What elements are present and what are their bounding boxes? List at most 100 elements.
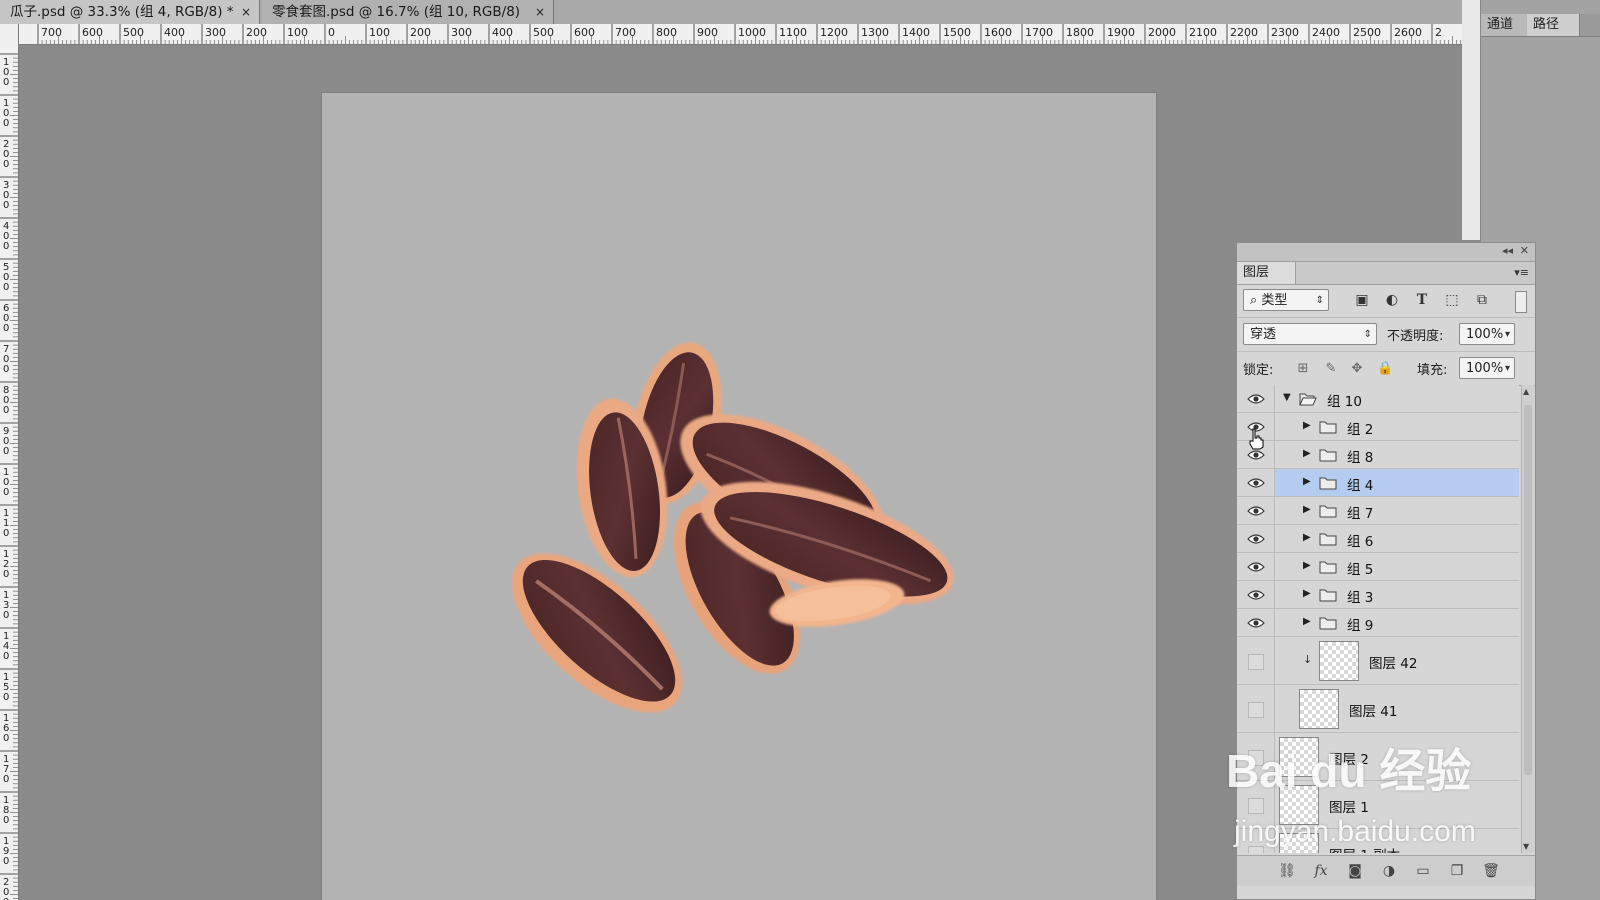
- adjustment-layer-icon[interactable]: ◑: [1379, 862, 1399, 880]
- expand-group-icon[interactable]: ▶: [1303, 476, 1311, 487]
- layer-row[interactable]: ▶ 组 5: [1237, 553, 1519, 581]
- layer-list-scrollbar[interactable]: ▲ ▼: [1521, 385, 1534, 853]
- layer-row[interactable]: ▶ 组 2: [1237, 413, 1519, 441]
- layer-row[interactable]: ▼ 组 10: [1237, 385, 1519, 413]
- visibility-toggle[interactable]: [1237, 497, 1275, 524]
- expand-group-icon[interactable]: ▶: [1303, 588, 1311, 599]
- visibility-toggle[interactable]: [1237, 525, 1275, 552]
- layer-row[interactable]: ▶ 组 3: [1237, 581, 1519, 609]
- layer-content[interactable]: ▶ 组 8: [1275, 441, 1519, 468]
- vertical-ruler[interactable]: 1001002003004005006007008009001001101201…: [0, 24, 19, 900]
- layer-thumbnail[interactable]: [1279, 785, 1319, 825]
- eye-icon: [1247, 506, 1265, 516]
- tab-paths[interactable]: 路径: [1527, 14, 1580, 36]
- layer-content[interactable]: 图层 41: [1275, 685, 1519, 732]
- expand-group-icon[interactable]: ▶: [1303, 616, 1311, 627]
- hidden-visibility-box: [1248, 750, 1264, 766]
- layer-content[interactable]: 图层 1: [1275, 781, 1519, 828]
- expand-group-icon[interactable]: ▶: [1303, 532, 1311, 543]
- chevron-down-icon[interactable]: ▾: [1505, 324, 1510, 346]
- layer-content[interactable]: ▶ 组 6: [1275, 525, 1519, 552]
- tab-lingshi-psd[interactable]: 零食套图.psd @ 16.7% (组 10, RGB/8) ×: [262, 0, 554, 24]
- layer-row[interactable]: 图层 41: [1237, 685, 1519, 733]
- tab-guazi-psd[interactable]: 瓜子.psd @ 33.3% (组 4, RGB/8) * ×: [0, 0, 260, 24]
- layer-row[interactable]: ▶ 组 4: [1237, 469, 1519, 497]
- new-group-icon[interactable]: ▭: [1413, 862, 1433, 880]
- opacity-label: 不透明度:: [1387, 329, 1444, 344]
- layer-row[interactable]: ▶ 组 9: [1237, 609, 1519, 637]
- visibility-toggle[interactable]: [1237, 637, 1275, 684]
- horizontal-ruler[interactable]: 700 600 500 400 300 200 100 0 100 200 300 400 500 600…: [18, 24, 1462, 45]
- visibility-toggle[interactable]: [1237, 685, 1275, 732]
- expand-group-icon[interactable]: ▶: [1303, 420, 1311, 431]
- visibility-toggle[interactable]: [1237, 385, 1275, 412]
- panel-titlebar[interactable]: ◂◂ ✕: [1237, 243, 1535, 262]
- lock-all-icon[interactable]: 🔒: [1377, 361, 1393, 377]
- expand-group-icon[interactable]: ▶: [1303, 448, 1311, 459]
- lock-transparent-pixels-icon[interactable]: ⊞: [1295, 361, 1311, 377]
- scroll-down-icon[interactable]: ▼: [1523, 842, 1529, 851]
- opacity-input[interactable]: 100% ▾: [1459, 323, 1515, 345]
- visibility-toggle[interactable]: [1237, 829, 1275, 853]
- visibility-toggle[interactable]: [1237, 609, 1275, 636]
- fill-input[interactable]: 100% ▾: [1459, 357, 1515, 379]
- filter-kind-select[interactable]: ⌕ 类型 ⇕: [1243, 289, 1329, 311]
- layer-row[interactable]: ▶ 组 7: [1237, 497, 1519, 525]
- adjustment-layer-filter-icon[interactable]: ◐: [1383, 291, 1401, 309]
- visibility-toggle[interactable]: [1237, 553, 1275, 580]
- close-panel-icon[interactable]: ✕: [1520, 244, 1529, 257]
- layer-content[interactable]: ▶ 组 2: [1275, 413, 1519, 440]
- layer-content[interactable]: 图层 1 副本: [1275, 829, 1519, 853]
- layer-row[interactable]: 图层 1: [1237, 781, 1519, 829]
- blend-mode-select[interactable]: 穿透 ⇕: [1243, 323, 1377, 345]
- filter-toggle-switch[interactable]: [1515, 291, 1527, 313]
- type-layer-filter-icon[interactable]: T: [1413, 291, 1431, 309]
- layer-content[interactable]: 图层 2: [1275, 733, 1519, 780]
- lock-image-pixels-icon[interactable]: ✎: [1323, 361, 1339, 377]
- lock-position-icon[interactable]: ✥: [1349, 361, 1365, 377]
- collapse-panel-icon[interactable]: ◂◂: [1502, 244, 1513, 257]
- layer-row[interactable]: 图层 1 副本: [1237, 829, 1519, 853]
- chevron-down-icon[interactable]: ▾: [1505, 358, 1510, 380]
- shape-layer-filter-icon[interactable]: ⬚: [1443, 291, 1461, 309]
- visibility-toggle[interactable]: [1237, 581, 1275, 608]
- visibility-toggle[interactable]: [1237, 733, 1275, 780]
- collapse-group-icon[interactable]: ▼: [1283, 392, 1291, 403]
- delete-layer-icon[interactable]: 🗑: [1481, 862, 1501, 880]
- layer-thumbnail[interactable]: [1279, 833, 1319, 853]
- layers-panel: ◂◂ ✕ 图层 ▾≡ ⌕ 类型 ⇕ ▣ ◐ T ⬚ ⧉ 穿透 ⇕ 不透明度: 100…: [1236, 242, 1536, 900]
- close-tab-icon[interactable]: ×: [241, 0, 251, 24]
- document-canvas[interactable]: [322, 93, 1156, 900]
- expand-group-icon[interactable]: ▶: [1303, 504, 1311, 515]
- new-layer-icon[interactable]: ❐: [1447, 862, 1467, 880]
- layer-row[interactable]: 图层 2: [1237, 733, 1519, 781]
- smart-object-filter-icon[interactable]: ⧉: [1473, 291, 1491, 309]
- layer-content[interactable]: ▶ 组 4: [1275, 469, 1519, 496]
- layer-name: 组 9: [1347, 618, 1374, 634]
- scroll-up-icon[interactable]: ▲: [1523, 387, 1529, 396]
- layer-content[interactable]: ▶ 组 5: [1275, 553, 1519, 580]
- layer-content[interactable]: ▶ 组 7: [1275, 497, 1519, 524]
- layer-row[interactable]: ▶ 组 8: [1237, 441, 1519, 469]
- pixel-layer-filter-icon[interactable]: ▣: [1353, 291, 1371, 309]
- layer-row[interactable]: ▶ 组 6: [1237, 525, 1519, 553]
- layer-style-fx-icon[interactable]: fx: [1311, 862, 1331, 880]
- ruler-label: 400: [492, 26, 513, 39]
- layer-content[interactable]: ▶ 组 9: [1275, 609, 1519, 636]
- visibility-toggle[interactable]: [1237, 469, 1275, 496]
- expand-group-icon[interactable]: ▶: [1303, 560, 1311, 571]
- tab-layers[interactable]: 图层: [1237, 262, 1296, 284]
- layer-thumbnail[interactable]: [1319, 641, 1359, 681]
- layer-thumbnail[interactable]: [1279, 737, 1319, 777]
- scrollbar-thumb[interactable]: [1524, 405, 1532, 775]
- add-mask-icon[interactable]: ◙: [1345, 862, 1365, 880]
- layer-row[interactable]: ↓ 图层 42: [1237, 637, 1519, 685]
- layer-content[interactable]: ↓ 图层 42: [1275, 637, 1519, 684]
- layer-content[interactable]: ▶ 组 3: [1275, 581, 1519, 608]
- close-tab-icon[interactable]: ×: [535, 0, 545, 24]
- layer-thumbnail[interactable]: [1299, 689, 1339, 729]
- visibility-toggle[interactable]: [1237, 781, 1275, 828]
- layer-content[interactable]: ▼ 组 10: [1275, 385, 1519, 412]
- panel-menu-icon[interactable]: ▾≡: [1514, 266, 1529, 279]
- link-layers-icon[interactable]: ⛓: [1277, 862, 1297, 880]
